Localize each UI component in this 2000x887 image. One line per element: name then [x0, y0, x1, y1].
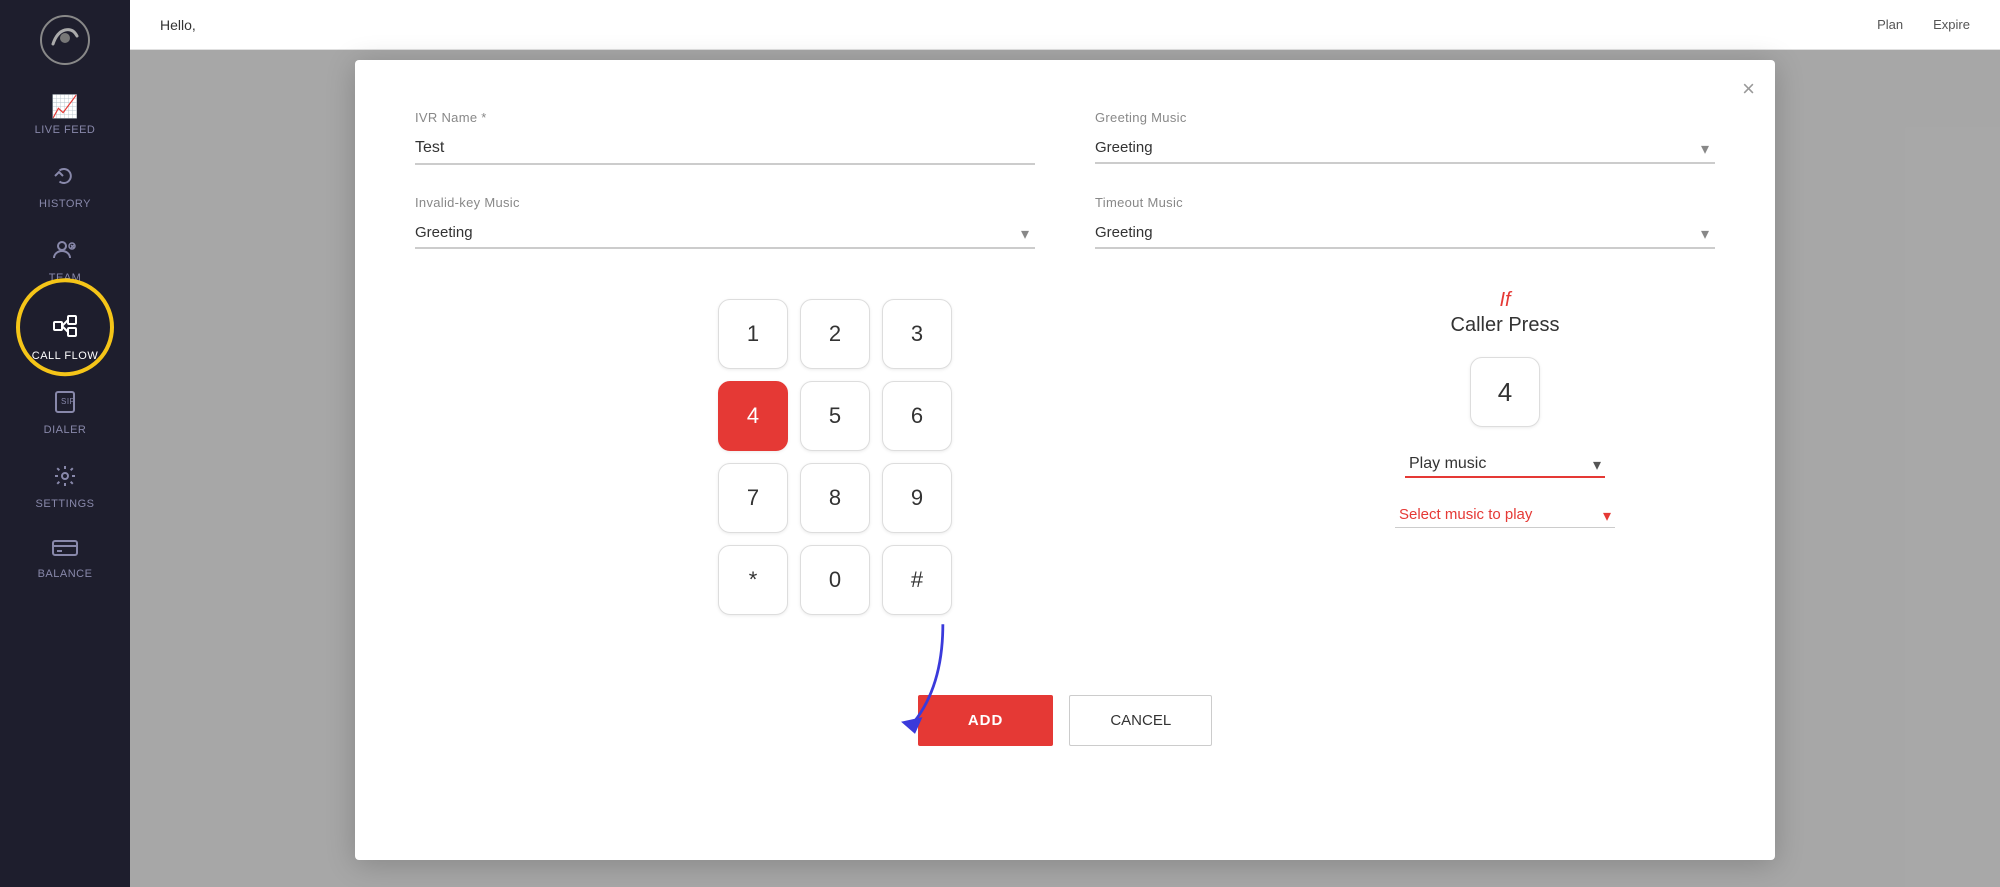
topbar-right: Plan Expire: [1877, 17, 1970, 32]
invalid-key-select-wrapper: Greeting: [415, 218, 1035, 249]
action-select-wrapper: Play music Forward to Voicemail Hang up: [1405, 451, 1605, 478]
add-button[interactable]: ADD: [918, 695, 1054, 746]
topbar-greeting: Hello,: [160, 17, 1877, 33]
app-logo: [30, 10, 100, 70]
key-8[interactable]: 8: [800, 463, 870, 533]
sidebar-item-live-feed[interactable]: 📈 LIVE FEED: [0, 80, 130, 150]
key-0[interactable]: 0: [800, 545, 870, 615]
form-row-2: Invalid-key Music Greeting Timeout Music…: [415, 195, 1715, 249]
key-5[interactable]: 5: [800, 381, 870, 451]
timeout-music-label: Timeout Music: [1095, 195, 1715, 210]
balance-icon: [52, 538, 78, 564]
history-icon: [53, 164, 77, 194]
timeout-music-select-wrapper: Greeting: [1095, 218, 1715, 249]
sidebar-item-call-flow[interactable]: CALL FLOW: [0, 298, 130, 376]
keypad-section: 1 2 3 4 5 6 7 8 9 * 0 #: [415, 279, 1255, 615]
sidebar-item-label: BALANCE: [38, 568, 93, 580]
pressed-key-display: 4: [1470, 357, 1540, 427]
modal-dialog: × IVR Name * Greeting Music Greeting: [355, 60, 1775, 860]
topbar: Hello, Plan Expire: [130, 0, 2000, 50]
sidebar-item-balance[interactable]: BALANCE: [0, 524, 130, 594]
key-1[interactable]: 1: [718, 299, 788, 369]
timeout-music-group: Timeout Music Greeting: [1095, 195, 1715, 249]
key-7[interactable]: 7: [718, 463, 788, 533]
live-feed-icon: 📈: [51, 94, 79, 120]
close-icon[interactable]: ×: [1742, 76, 1755, 102]
form-row-1: IVR Name * Greeting Music Greeting: [415, 110, 1715, 165]
key-star[interactable]: *: [718, 545, 788, 615]
sidebar-item-settings[interactable]: SETTINGS: [0, 450, 130, 524]
sidebar-item-team[interactable]: TEAM: [0, 224, 130, 298]
right-panel: If Caller Press 4 Play music Forward to …: [1295, 279, 1715, 615]
sidebar-item-history[interactable]: HISTORY: [0, 150, 130, 224]
sidebar-item-label: CALL FLOW: [32, 350, 98, 362]
key-3[interactable]: 3: [882, 299, 952, 369]
if-label: If: [1499, 289, 1510, 312]
ivr-name-label: IVR Name *: [415, 110, 1035, 125]
key-4[interactable]: 4: [718, 381, 788, 451]
sidebar-item-label: LIVE FEED: [35, 124, 96, 136]
invalid-key-music-label: Invalid-key Music: [415, 195, 1035, 210]
keypad-grid: 1 2 3 4 5 6 7 8 9 * 0 #: [718, 299, 952, 615]
music-select-wrapper: Select music to play Greeting Music 1 Mu…: [1395, 502, 1615, 528]
modal-footer: ADD CANCEL: [415, 675, 1715, 746]
cancel-button[interactable]: CANCEL: [1069, 695, 1212, 746]
plan-label: Plan: [1877, 17, 1903, 32]
call-flow-icon: [51, 312, 79, 346]
sidebar-item-dialer[interactable]: SIP DIALER: [0, 376, 130, 450]
expire-label: Expire: [1933, 17, 1970, 32]
invalid-key-music-group: Invalid-key Music Greeting: [415, 195, 1035, 249]
modal-overlay: × IVR Name * Greeting Music Greeting: [130, 50, 2000, 887]
sidebar: 📈 LIVE FEED HISTORY TEAM: [0, 0, 130, 887]
sidebar-item-label: SETTINGS: [35, 498, 94, 510]
action-select[interactable]: Play music Forward to Voicemail Hang up: [1405, 451, 1605, 476]
ivr-name-group: IVR Name *: [415, 110, 1035, 165]
svg-text:SIP: SIP: [61, 397, 75, 406]
sidebar-item-label: DIALER: [44, 424, 87, 436]
dialer-icon: SIP: [53, 390, 77, 420]
team-icon: [52, 238, 78, 268]
greeting-music-select-wrapper: Greeting: [1095, 133, 1715, 164]
greeting-music-group: Greeting Music Greeting: [1095, 110, 1715, 165]
main-content: Hello, Plan Expire × IVR Name * Greeting…: [130, 0, 2000, 887]
greeting-music-select[interactable]: Greeting: [1095, 133, 1715, 164]
sidebar-item-label: TEAM: [49, 272, 82, 284]
ivr-name-input[interactable]: [415, 133, 1035, 165]
key-6[interactable]: 6: [882, 381, 952, 451]
music-select[interactable]: Select music to play Greeting Music 1 Mu…: [1395, 502, 1615, 527]
key-2[interactable]: 2: [800, 299, 870, 369]
key-hash[interactable]: #: [882, 545, 952, 615]
key-9[interactable]: 9: [882, 463, 952, 533]
settings-icon: [53, 464, 77, 494]
sidebar-item-label: HISTORY: [39, 198, 91, 210]
timeout-music-select[interactable]: Greeting: [1095, 218, 1715, 249]
form-body: 1 2 3 4 5 6 7 8 9 * 0 #: [415, 279, 1715, 615]
caller-press-label: Caller Press: [1451, 314, 1560, 337]
greeting-music-label: Greeting Music: [1095, 110, 1715, 125]
invalid-key-music-select[interactable]: Greeting: [415, 218, 1035, 249]
